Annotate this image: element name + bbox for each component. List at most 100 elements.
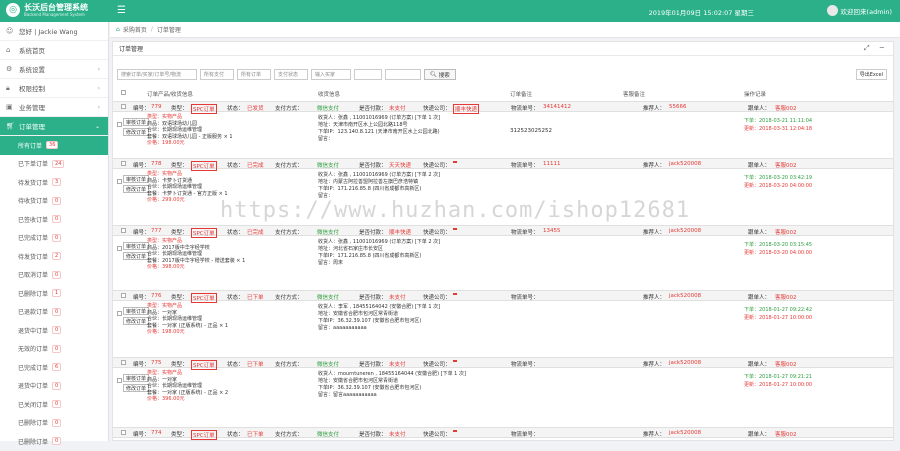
count-badge: 0 <box>52 270 62 279</box>
sidebar-sub-label: 已删除订单 <box>18 420 49 428</box>
count-badge: 0 <box>52 344 62 353</box>
order-item-checkbox[interactable] <box>117 378 122 383</box>
sidebar-sub-item[interactable]: 待收货订单 0 <box>0 192 108 211</box>
type-label: 类型： <box>171 432 188 438</box>
sidebar-sub-item[interactable]: 待发货订单 2 <box>0 247 108 266</box>
review-order-button[interactable]: 审核订单 <box>123 242 150 250</box>
export-button[interactable]: 导出Excel <box>855 69 887 80</box>
sidebar-sub-item[interactable]: 退货中订单 0 <box>0 321 108 340</box>
sidebar-sub-item[interactable]: 已完成订单 0 <box>0 229 108 248</box>
sidebar-sub-item[interactable]: 已删除订单 0 <box>0 432 108 451</box>
keyword-input[interactable]: 搜索订单/买家/订单号/物流 <box>117 69 197 80</box>
sidebar-item-2[interactable]: ⚙ 系统设置 › <box>0 60 108 79</box>
date-to-input[interactable] <box>385 69 421 80</box>
paystate-select[interactable]: 支付状态 <box>274 69 308 80</box>
date-from-input[interactable] <box>354 69 382 80</box>
sidebar-sub-item[interactable]: 待发货订单 3 <box>0 173 108 192</box>
pay-badge: 微信支付 <box>317 362 340 368</box>
sidebar-item-5[interactable]: 🛒︎ 订单管理 ⌄ <box>0 117 108 136</box>
sidebar-sub-item[interactable]: 已删除订单 0 <box>0 414 108 433</box>
order-checkbox[interactable] <box>121 360 126 365</box>
sidebar-sub-item[interactable]: 所有订单 36 <box>0 136 108 155</box>
sidebar-item-0[interactable]: ☺ 您好 | Jackie Wang <box>0 22 108 41</box>
sidebar-sub-item[interactable]: 已退款订单 0 <box>0 303 108 322</box>
sidebar-sub-item[interactable]: 退货中订单 0 <box>0 377 108 396</box>
sidebar-item-1[interactable]: ⌂ 系统首页 <box>0 41 108 60</box>
operator: jack520008 <box>669 293 702 299</box>
breadcrumb-home[interactable]: 采购首页 <box>123 25 147 34</box>
sidebar-item-label: 系统设置 <box>19 66 45 74</box>
review-label: 审核订单 <box>126 119 147 126</box>
order-checkbox[interactable] <box>121 293 126 298</box>
order-checkbox[interactable] <box>121 430 126 435</box>
order-item-checkbox[interactable] <box>117 179 122 184</box>
status-select[interactable]: 所有订单 <box>237 69 271 80</box>
product-info: 类型：实物产品 商品：一对家 合伙：长期现场运维管理 套餐：一对家 (正版系统) - … <box>147 303 228 336</box>
state-label: 状态： <box>227 295 244 301</box>
review-order-button[interactable]: 审核订单 <box>123 175 150 183</box>
sidebar-sub-item[interactable]: 已删除订单 1 <box>0 284 108 303</box>
sidebar-item-label: 您好 | Jackie Wang <box>19 28 78 36</box>
receiver-info: 收货人：mourntuneren , 18455164044 (安徽合肥) [下… <box>318 371 466 399</box>
order-times: 下单：2018-03-21 11:11:04 更新：2018-03-31 12:0… <box>744 118 812 133</box>
order-checkbox[interactable] <box>121 104 126 109</box>
modify-order-button[interactable]: 修改订单 <box>123 252 150 260</box>
order-checkbox[interactable] <box>121 228 126 233</box>
sidebar-sub-label: 待收货订单 <box>18 198 49 206</box>
modify-order-button[interactable]: 修改订单 <box>123 128 150 136</box>
follow-person: 客服002 <box>775 163 797 169</box>
sidebar-sub-item[interactable]: 已关闭订单 0 <box>0 395 108 414</box>
review-order-button[interactable]: 审核订单 <box>123 118 150 126</box>
paid-state: 顺丰快递 <box>389 230 412 236</box>
follow-label: 跟单人： <box>748 295 771 301</box>
sidebar-sub-item[interactable]: 已取消订单 0 <box>0 266 108 285</box>
sidebar-sub-item[interactable]: 已签收订单 0 <box>0 210 108 229</box>
type-label: 类型： <box>171 163 188 169</box>
sidebar-sub-label: 已取消订单 <box>18 272 49 280</box>
home-icon[interactable]: ⌂ <box>116 26 120 33</box>
sidebar-sub-item[interactable]: 已完成订单 6 <box>0 358 108 377</box>
sidebar-item-label: 订单管理 <box>19 123 45 131</box>
pay-select[interactable]: 所有支付 <box>200 69 234 80</box>
buyer-input[interactable]: 输入买家 <box>311 69 351 80</box>
express-company <box>453 430 457 432</box>
operator-label: 推荐人： <box>643 295 666 301</box>
paid-label: 是否付款： <box>359 230 387 236</box>
sidebar-item-3[interactable]: 🔒︎ 权限控制 › <box>0 79 108 98</box>
product-info: 类型：实物产品 商品：一对家 合伙：长期现场运维管理 套餐：一对家 (正版系统) - … <box>147 370 228 403</box>
select-all-checkbox[interactable] <box>121 90 126 95</box>
operator: jack520008 <box>669 228 702 234</box>
review-order-button[interactable]: 审核订单 <box>123 374 150 382</box>
col-receiver: 收货信息 <box>318 92 341 98</box>
user-menu[interactable]: 欢迎回来(admin) <box>826 5 892 16</box>
order-item-checkbox[interactable] <box>117 246 122 251</box>
search-button[interactable]: 🔍︎ 搜索 <box>424 69 456 80</box>
state-label: 状态： <box>227 432 244 438</box>
paymode-label: 支付方式： <box>275 106 303 112</box>
follow-label: 跟单人： <box>748 362 771 368</box>
panel-tools[interactable]: ⤢ ─ <box>864 44 888 53</box>
sidebar-sub-item[interactable]: 无效的订单 0 <box>0 340 108 359</box>
product-line: 价格：198.00元 <box>147 140 185 146</box>
order-checkbox[interactable] <box>121 161 126 166</box>
sidebar-item-4[interactable]: ▣ 业务管理 › <box>0 98 108 117</box>
count-badge: 0 <box>52 307 62 316</box>
lock-icon: 🔒︎ <box>6 83 10 92</box>
count-badge: 3 <box>52 178 62 187</box>
modify-order-button[interactable]: 修改订单 <box>123 185 150 193</box>
paid-state: 天天快递 <box>389 163 412 169</box>
receiver-line: 下单IP：36.32.39.107 (安徽省合肥市包河区) <box>318 318 422 324</box>
order-item-checkbox[interactable] <box>117 311 122 316</box>
review-order-button[interactable]: 审核订单 <box>123 307 150 315</box>
waybill-no: 11111 <box>543 161 561 167</box>
sidebar-sub-label: 已删除订单 <box>18 438 49 446</box>
order-no: 776 <box>151 293 162 299</box>
modify-order-button[interactable]: 修改订单 <box>123 384 150 392</box>
sidebar-item-label: 业务管理 <box>19 104 45 112</box>
modify-order-button[interactable]: 修改订单 <box>123 317 150 325</box>
sidebar-sub-label: 已签收订单 <box>18 216 49 224</box>
order-body: 审核订单 修改订单 类型：实物产品 商品：2017版中华字经学校 合伙：长期现场运维管理… <box>113 236 893 290</box>
order-item-checkbox[interactable] <box>117 122 122 127</box>
sidebar-sub-item[interactable]: 已下单订单 24 <box>0 155 108 174</box>
menu-toggle-icon[interactable]: ☰ <box>117 5 129 17</box>
